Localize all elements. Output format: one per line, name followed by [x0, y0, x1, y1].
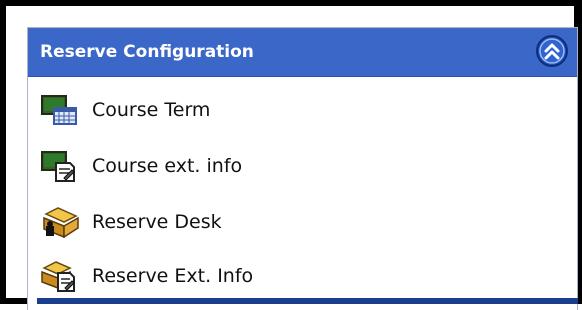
reserve-desk-folder-icon [40, 206, 80, 239]
menu-item-label: Reserve Ext. Info [92, 265, 254, 287]
menu-item-reserve-desk[interactable]: Reserve Desk [40, 206, 560, 242]
reserve-configuration-panel: Reserve Configuration Course Term Course… [27, 27, 578, 310]
menu-item-course-term[interactable]: Course Term [40, 94, 560, 130]
window-frame: Reserve Configuration Course Term Course… [0, 0, 582, 310]
menu-item-label: Reserve Desk [92, 211, 222, 233]
course-term-calendar-icon [40, 94, 80, 126]
menu-item-reserve-ext-info[interactable]: Reserve Ext. Info [40, 260, 560, 296]
panel-title: Reserve Configuration [40, 42, 254, 62]
course-info-document-icon [40, 150, 80, 182]
collapse-button[interactable] [535, 34, 569, 68]
menu-item-course-ext-info[interactable]: Course ext. info [40, 150, 560, 186]
menu-item-label: Course Term [92, 99, 211, 121]
menu-item-label: Course ext. info [92, 155, 243, 177]
panel-bottom-border [37, 298, 578, 304]
panel-header: Reserve Configuration [28, 28, 577, 77]
double-chevron-up-icon [536, 35, 568, 67]
reserve-info-folder-icon [40, 260, 80, 292]
